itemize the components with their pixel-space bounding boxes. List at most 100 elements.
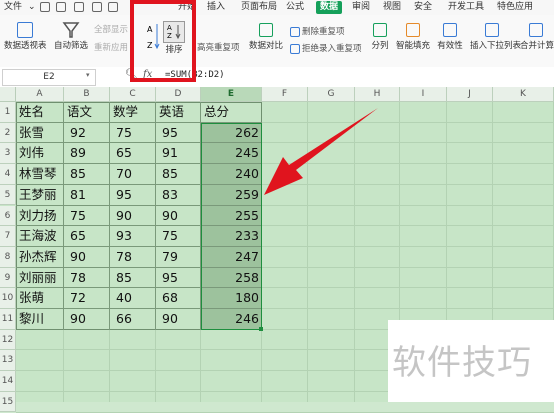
column-header-j[interactable]: J (447, 87, 493, 102)
table-cell[interactable]: 258 (201, 268, 262, 289)
table-cell[interactable]: 72 (64, 288, 110, 309)
highlight-duplicates-button[interactable]: 高亮重复项 (197, 43, 240, 53)
column-header-c[interactable]: C (110, 87, 156, 102)
table-cell[interactable]: 65 (64, 226, 110, 247)
column-header-e[interactable]: E (201, 87, 262, 102)
table-cell[interactable]: 刘力扬 (16, 206, 64, 227)
pivot-table-button[interactable]: 数据透视表 (4, 21, 47, 51)
table-cell[interactable]: 245 (201, 143, 262, 164)
row-header-12[interactable]: 12 (0, 329, 16, 351)
row-header-14[interactable]: 14 (0, 371, 16, 392)
table-cell[interactable]: 刘丽丽 (16, 268, 64, 289)
table-cell[interactable]: 259 (201, 185, 262, 206)
data-compare-button[interactable]: 数据对比 (246, 21, 286, 51)
table-cell[interactable]: 91 (156, 143, 201, 164)
column-header-b[interactable]: B (64, 87, 110, 102)
table-cell[interactable]: 79 (156, 247, 201, 268)
table-cell[interactable]: 75 (110, 123, 156, 144)
column-header-h[interactable]: H (355, 87, 400, 102)
table-cell[interactable]: 95 (156, 268, 201, 289)
table-cell[interactable]: 78 (110, 247, 156, 268)
table-cell[interactable]: 81 (64, 185, 110, 206)
table-cell[interactable]: 255 (201, 206, 262, 227)
open-icon[interactable] (56, 2, 66, 12)
row-header-1[interactable]: 1 (0, 102, 16, 123)
table-cell[interactable]: 93 (110, 226, 156, 247)
row-header-9[interactable]: 9 (0, 267, 16, 289)
smart-fill-button[interactable]: 智能填充 (396, 21, 430, 51)
row-header-3[interactable]: 3 (0, 143, 16, 165)
table-cell[interactable]: 75 (64, 206, 110, 227)
table-cell[interactable]: 王海波 (16, 226, 64, 247)
tab-data[interactable]: 数据 (316, 1, 343, 14)
table-cell[interactable]: 70 (110, 164, 156, 185)
tab-insert[interactable]: 插入 (207, 1, 225, 14)
name-box-arrow-icon[interactable]: ▾ (86, 71, 90, 79)
table-cell[interactable]: 张雪 (16, 123, 64, 144)
table-cell[interactable]: 240 (201, 164, 262, 185)
table-cell[interactable]: 85 (64, 164, 110, 185)
insert-dropdown-button[interactable]: 插入下拉列表 (470, 21, 521, 51)
table-cell[interactable]: 孙杰辉 (16, 247, 64, 268)
table-cell[interactable]: 90 (110, 206, 156, 227)
table-cell[interactable]: 90 (156, 206, 201, 227)
column-header-d[interactable]: D (156, 87, 201, 102)
table-cell[interactable]: 95 (110, 185, 156, 206)
row-header-13[interactable]: 13 (0, 350, 16, 372)
file-menu[interactable]: 文件 (4, 1, 22, 14)
table-cell[interactable]: 262 (201, 123, 262, 144)
row-header-5[interactable]: 5 (0, 184, 16, 206)
row-header-4[interactable]: 4 (0, 164, 16, 185)
column-header-k[interactable]: K (493, 87, 554, 102)
table-cell[interactable]: 85 (156, 164, 201, 185)
column-header-g[interactable]: G (308, 87, 355, 102)
table-cell[interactable]: 张萌 (16, 288, 64, 309)
tab-formulas[interactable]: 公式 (286, 1, 304, 14)
tab-special[interactable]: 特色应用 (497, 1, 533, 14)
remove-duplicates-button[interactable]: 删除重复项 (302, 27, 345, 37)
row-header-10[interactable]: 10 (0, 288, 16, 309)
tab-view[interactable]: 视图 (383, 1, 401, 14)
row-header-11[interactable]: 11 (0, 309, 16, 330)
autofilter-button[interactable]: 自动筛选 (54, 21, 88, 51)
table-header-cell[interactable]: 数学 (110, 102, 156, 123)
table-cell[interactable]: 85 (110, 268, 156, 289)
table-cell[interactable]: 90 (156, 309, 201, 330)
name-box[interactable]: E2 (2, 69, 96, 86)
table-cell[interactable]: 66 (110, 309, 156, 330)
table-cell[interactable]: 247 (201, 247, 262, 268)
select-all-corner[interactable] (0, 87, 16, 102)
table-cell[interactable]: 95 (156, 123, 201, 144)
row-header-2[interactable]: 2 (0, 122, 16, 144)
table-cell[interactable]: 78 (64, 268, 110, 289)
table-cell[interactable]: 黎川 (16, 309, 64, 330)
tab-developer[interactable]: 开发工具 (448, 1, 484, 14)
row-header-15[interactable]: 15 (0, 391, 16, 413)
table-cell[interactable]: 83 (156, 185, 201, 206)
table-cell[interactable]: 90 (64, 309, 110, 330)
table-header-cell[interactable]: 英语 (156, 102, 201, 123)
print-icon[interactable] (74, 2, 84, 12)
column-header-a[interactable]: A (16, 87, 64, 102)
column-header-i[interactable]: I (400, 87, 447, 102)
validity-button[interactable]: 有效性 (434, 21, 466, 51)
table-cell[interactable]: 233 (201, 226, 262, 247)
table-cell[interactable]: 89 (64, 143, 110, 164)
table-cell[interactable]: 180 (201, 288, 262, 309)
table-cell[interactable]: 75 (156, 226, 201, 247)
row-header-8[interactable]: 8 (0, 246, 16, 268)
table-cell[interactable]: 90 (64, 247, 110, 268)
column-header-f[interactable]: F (262, 87, 308, 102)
split-column-button[interactable]: 分列 (368, 21, 392, 51)
table-header-cell[interactable]: 姓名 (16, 102, 64, 123)
table-cell[interactable]: 68 (156, 288, 201, 309)
preview-icon[interactable] (92, 2, 102, 12)
save-icon[interactable] (40, 2, 50, 12)
tab-review[interactable]: 审阅 (352, 1, 370, 14)
fill-handle[interactable] (259, 326, 263, 331)
row-header-6[interactable]: 6 (0, 205, 16, 227)
table-cell[interactable]: 246 (201, 309, 262, 330)
reapply-button[interactable]: 重新应用 (94, 43, 128, 53)
tab-page-layout[interactable]: 页面布局 (241, 1, 277, 14)
table-header-cell[interactable]: 语文 (64, 102, 110, 123)
